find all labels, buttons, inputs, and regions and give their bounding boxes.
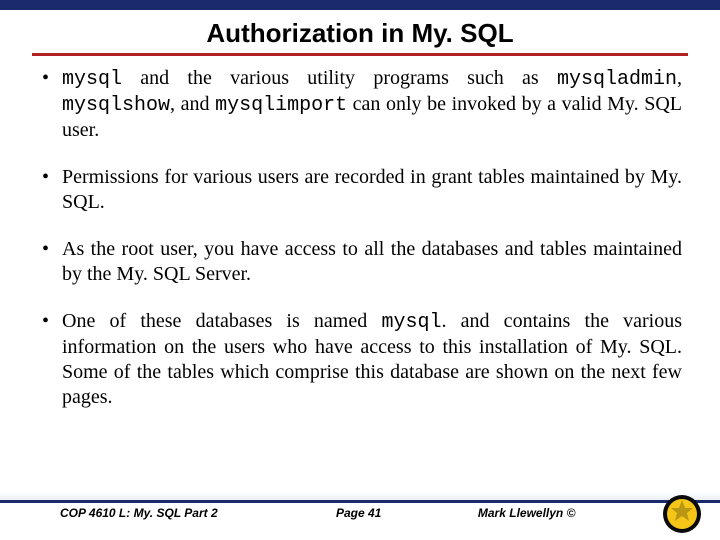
- title-underline: [32, 53, 688, 56]
- body-text: and the various utility programs such as: [122, 67, 557, 89]
- bullet-3: As the root user, you have access to all…: [38, 237, 682, 287]
- slide-title: Authorization in My. SQL: [32, 18, 688, 53]
- code-text: mysqladmin: [557, 68, 677, 91]
- footer-content: COP 4610 L: My. SQL Part 2 Page 41 Mark …: [0, 506, 720, 520]
- slide-footer: COP 4610 L: My. SQL Part 2 Page 41 Mark …: [0, 492, 720, 540]
- code-text: mysql: [62, 68, 122, 91]
- ucf-logo-icon: [662, 494, 702, 534]
- footer-course: COP 4610 L: My. SQL Part 2: [60, 506, 284, 520]
- body-text: One of these databases is named: [62, 310, 381, 332]
- code-text: mysqlshow: [62, 94, 170, 117]
- bullet-2: Permissions for various users are record…: [38, 165, 682, 215]
- footer-author: Mark Llewellyn ©: [433, 506, 660, 520]
- code-text: mysqlimport: [215, 94, 347, 117]
- top-bar: [0, 0, 720, 10]
- code-text: mysql: [381, 311, 441, 334]
- slide-body: Authorization in My. SQL mysql and the v…: [0, 10, 720, 410]
- footer-divider: [0, 500, 720, 503]
- bullet-1: mysql and the various utility programs s…: [38, 66, 682, 143]
- bullet-list: mysql and the various utility programs s…: [32, 66, 688, 410]
- bullet-4: One of these databases is named mysql. a…: [38, 309, 682, 410]
- body-text: , and: [170, 93, 215, 115]
- footer-page: Page 41: [284, 506, 433, 520]
- body-text: ,: [677, 67, 682, 89]
